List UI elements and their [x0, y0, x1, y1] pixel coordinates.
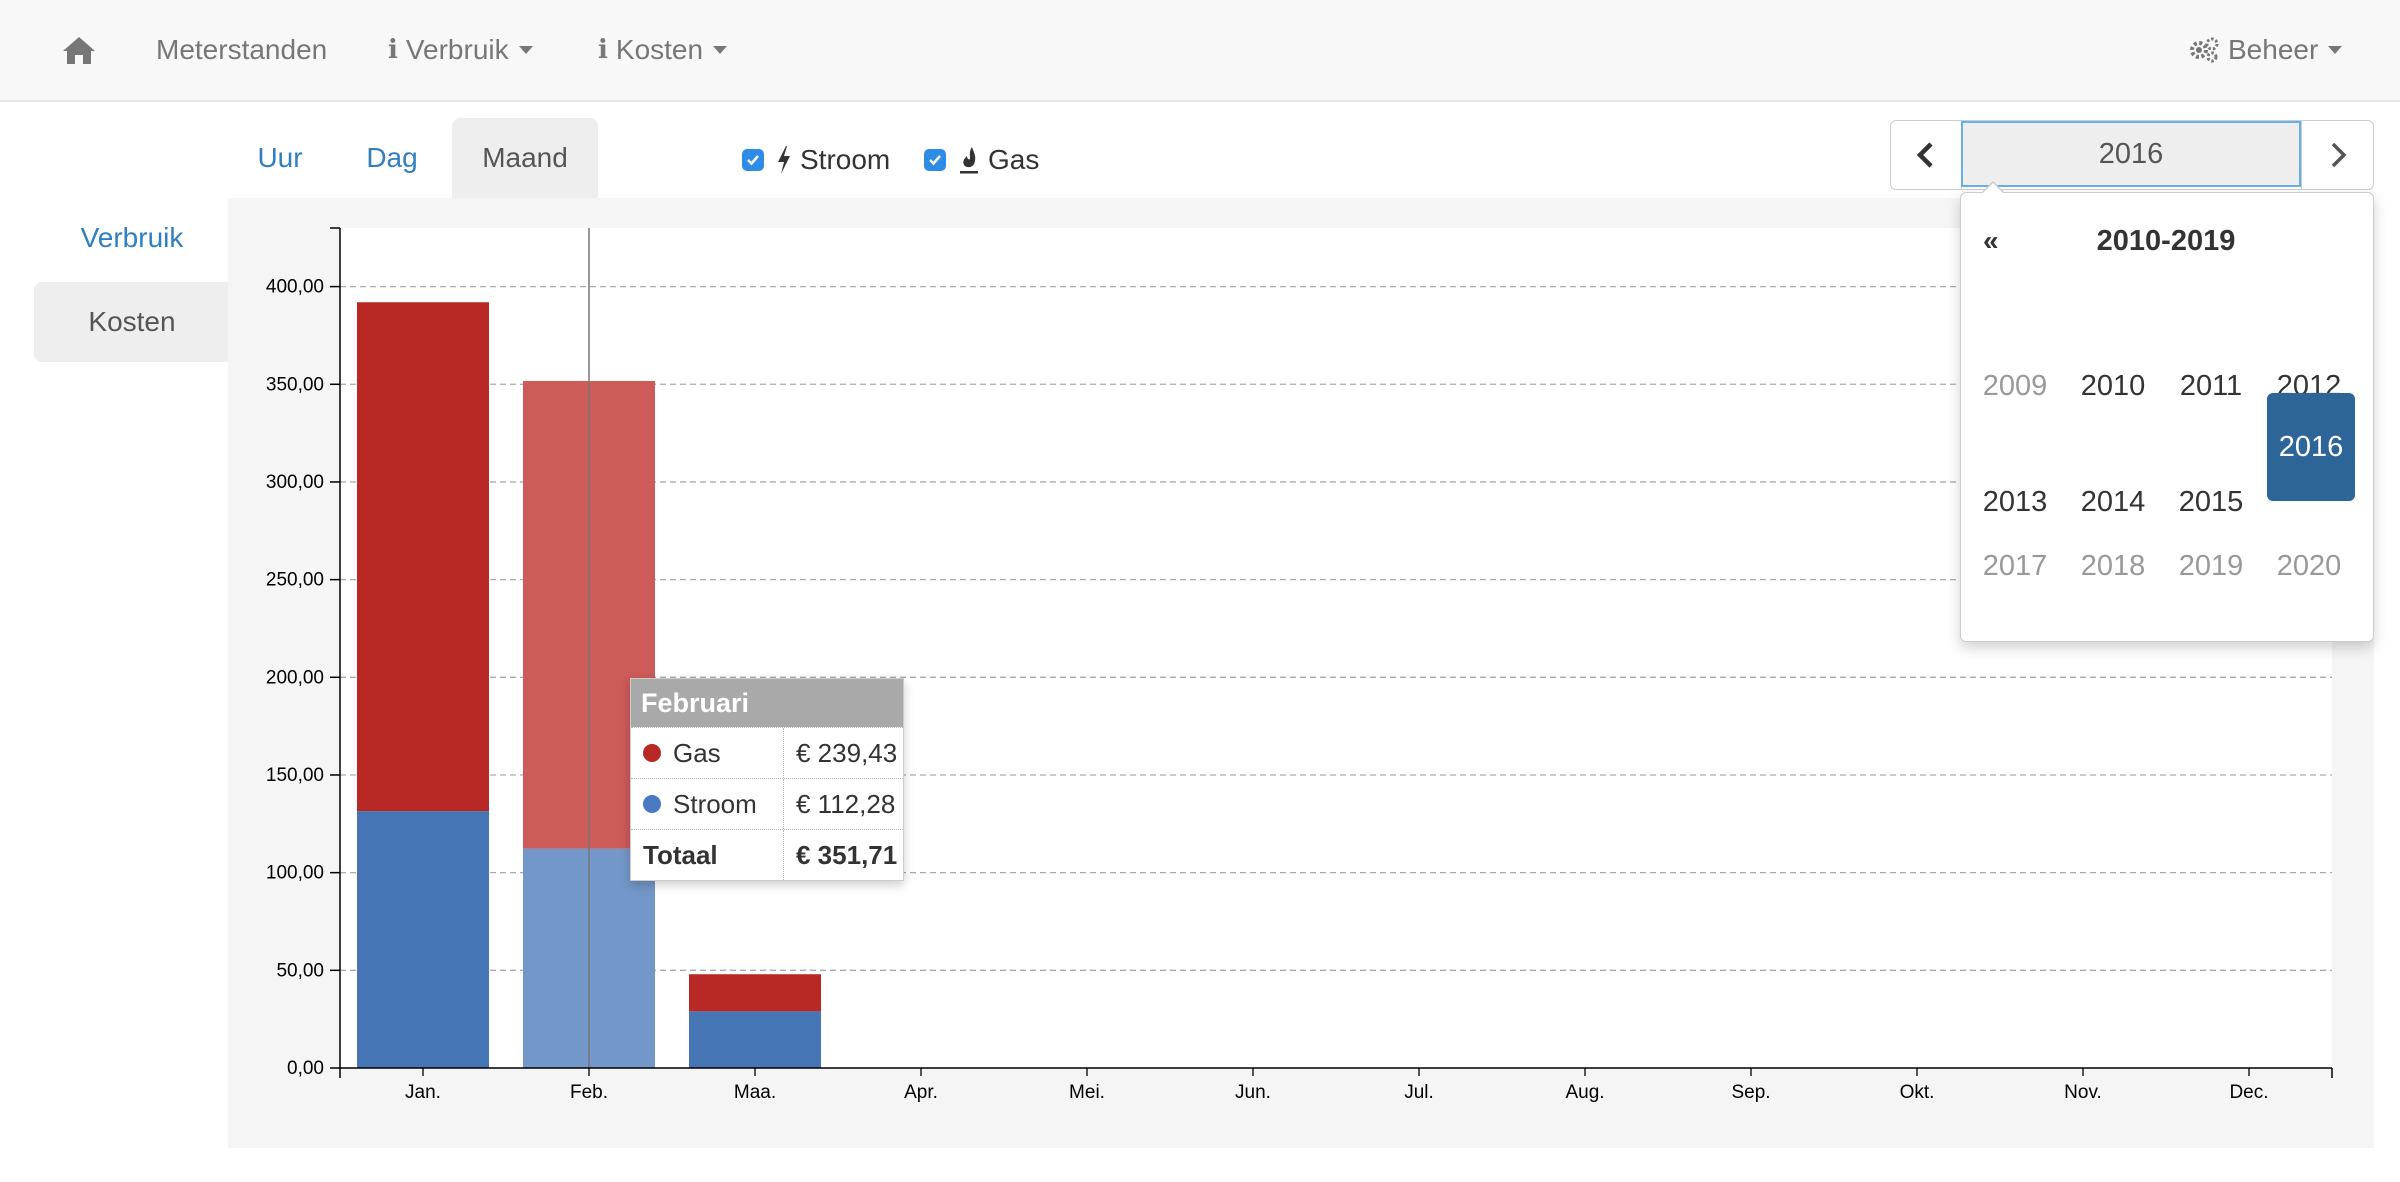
tooltip-series-value: € 239,43 [796, 737, 898, 768]
x-tick-label: Mei. [1069, 1082, 1105, 1103]
chart-tooltip: Februari Gas € 239,43 Stroom € 112,28 To… [630, 678, 904, 881]
nav-meterstanden-label: Meterstanden [156, 34, 328, 65]
tooltip-row-total: Totaal € 351,71 [631, 829, 903, 880]
nav-verbruik-dropdown[interactable]: i Verbruik [388, 0, 533, 100]
x-tick-label: Sep. [1731, 1082, 1770, 1103]
tooltip-row-gas: Gas € 239,43 [631, 727, 903, 778]
tab-label: Uur [257, 142, 303, 173]
caret-down-icon [518, 46, 533, 54]
sidebar-item-label: Kosten [88, 306, 176, 337]
year-cell-2016-selected[interactable]: 2016 [2267, 393, 2355, 501]
x-tick-label: Jun. [1235, 1082, 1271, 1103]
year-cell-2009[interactable]: 2009 [1971, 333, 2059, 439]
decade-title[interactable]: 2010-2019 [2041, 213, 2291, 269]
nav-kosten-label: Kosten [615, 34, 704, 65]
bar-gas [689, 974, 821, 1012]
x-tick-label: Apr. [904, 1082, 938, 1103]
checkbox-checked-icon [742, 149, 764, 171]
home-icon [62, 35, 96, 65]
x-tick-label: Jul. [1404, 1082, 1434, 1103]
gas-color-dot [643, 744, 661, 762]
tooltip-total-label: Totaal [631, 830, 784, 880]
x-tick-label: Aug. [1565, 1082, 1604, 1103]
nav-kosten-dropdown[interactable]: i Kosten [598, 0, 728, 100]
year-cell-2010[interactable]: 2010 [2069, 333, 2157, 439]
gas-label: Gas [988, 144, 1040, 175]
year-input[interactable]: 2016 [1961, 121, 2301, 187]
tab-uur[interactable]: Uur [240, 118, 320, 198]
year-picker-dropdown: « 2010-2019 2009 2010 2011 2012 2013 201… [1960, 181, 2374, 642]
caret-down-icon [713, 46, 728, 54]
stroom-color-dot [643, 795, 661, 813]
y-tick-label: 50,00 [276, 960, 324, 981]
prev-year-button[interactable] [1891, 121, 1962, 189]
x-tick-label: Okt. [1900, 1082, 1935, 1103]
sidebar-item-verbruik[interactable]: Verbruik [34, 198, 230, 278]
tooltip-series-name: Stroom [673, 788, 757, 819]
caret-down-icon [2328, 46, 2343, 54]
x-tick-label: Nov. [2064, 1082, 2102, 1103]
y-tick-label: 100,00 [266, 863, 324, 884]
sidebar-item-label: Verbruik [80, 222, 184, 253]
tab-dag[interactable]: Dag [350, 118, 434, 198]
y-tick-label: 250,00 [266, 570, 324, 591]
tab-label: Dag [366, 142, 418, 173]
chevron-left-icon [1916, 142, 1936, 168]
year-cell-2017-label[interactable]: 2017 [1971, 513, 2059, 619]
y-tick-label: 400,00 [266, 277, 324, 298]
bar-stroom [689, 1011, 821, 1068]
prev-decade-button[interactable]: « [1983, 213, 2023, 269]
info-icon: i [388, 35, 398, 65]
x-tick-label: Jan. [405, 1082, 441, 1103]
year-cell-2018[interactable]: 2018 [2069, 513, 2157, 619]
bar-gas [357, 302, 489, 812]
gears-icon [2188, 36, 2220, 64]
nav-verbruik-label: Verbruik [405, 34, 509, 65]
year-cell-2020[interactable]: 2020 [2265, 513, 2353, 619]
bolt-icon [776, 145, 792, 175]
nav-meterstanden[interactable]: Meterstanden [156, 0, 327, 100]
home-link[interactable] [62, 0, 96, 100]
year-selector: 2016 [1890, 120, 2374, 190]
tooltip-title: Februari [631, 679, 903, 727]
tooltip-total-value: € 351,71 [796, 839, 898, 870]
gas-checkbox[interactable]: Gas [924, 140, 1039, 180]
y-tick-label: 0,00 [287, 1058, 324, 1079]
tooltip-series-value: € 112,28 [796, 788, 896, 819]
tooltip-row-stroom: Stroom € 112,28 [631, 778, 903, 829]
tooltip-series-name: Gas [673, 737, 721, 768]
x-tick-label: Maa. [734, 1082, 776, 1103]
y-tick-label: 150,00 [266, 765, 324, 786]
year-cell-2011[interactable]: 2011 [2167, 333, 2255, 439]
bar-stroom [357, 811, 489, 1068]
stroom-label: Stroom [800, 144, 891, 175]
nav-beheer-dropdown[interactable]: Beheer [2188, 0, 2343, 100]
sidebar-item-kosten[interactable]: Kosten [34, 282, 230, 362]
chevron-right-icon [2328, 142, 2348, 168]
x-tick-label: Feb. [570, 1082, 608, 1103]
y-tick-label: 300,00 [266, 472, 324, 493]
x-tick-label: Dec. [2229, 1082, 2268, 1103]
tab-maand[interactable]: Maand [452, 118, 598, 198]
nav-beheer-label: Beheer [2228, 34, 2319, 65]
info-icon: i [598, 35, 608, 65]
checkbox-checked-icon [924, 149, 946, 171]
tab-label: Maand [482, 142, 568, 173]
fire-icon [958, 145, 980, 175]
year-cell-2019[interactable]: 2019 [2167, 513, 2255, 619]
y-tick-label: 350,00 [266, 374, 324, 395]
next-year-button[interactable] [2301, 121, 2374, 189]
stroom-checkbox[interactable]: Stroom [742, 140, 890, 180]
y-tick-label: 200,00 [266, 667, 324, 688]
top-navbar: Meterstanden i Verbruik i Kosten Beheer [0, 0, 2400, 102]
